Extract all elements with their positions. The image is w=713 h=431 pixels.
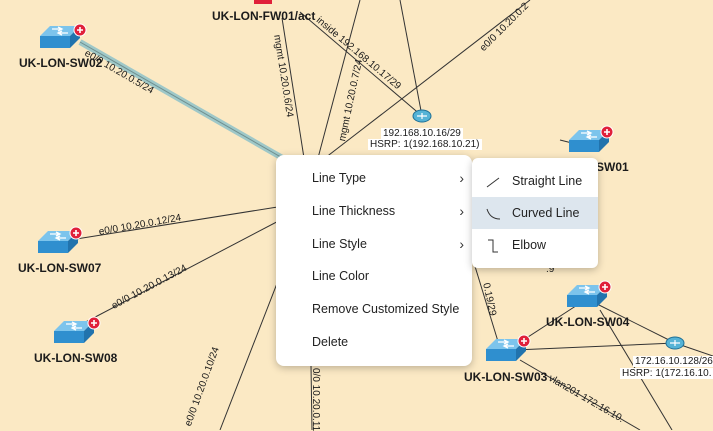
context-menu: Line Type › Line Thickness › Line Style … (276, 155, 472, 366)
line-type-submenu: Straight Line Curved Line Elbow (472, 158, 598, 268)
device-label-sw08[interactable]: UK-LON-SW08 (34, 351, 117, 365)
hsrp2-subnet: 172.16.10.128/26 (635, 356, 713, 367)
curved-line-icon (486, 208, 501, 220)
hsrp2-vip: HSRP: 1(172.16.10. (622, 368, 712, 379)
menu-item-label: Remove Customized Style (312, 302, 460, 316)
device-label-fw01[interactable]: UK-LON-FW01/act (212, 9, 315, 23)
menu-item-line-thickness[interactable]: Line Thickness › (276, 195, 472, 227)
hsrp-vip: HSRP: 1(192.168.10.21) (370, 139, 480, 150)
chevron-right-icon: › (459, 203, 464, 219)
hsrp2-vip-label: HSRP: 1(172.16.10. (620, 368, 713, 379)
link-sw03-hsrp2[interactable] (514, 342, 676, 351)
hsrp-vip-label: HSRP: 1(192.168.10.21) (368, 139, 482, 150)
menu-item-remove-customized-style[interactable]: Remove Customized Style (276, 293, 472, 325)
chevron-right-icon: › (459, 236, 464, 252)
menu-item-label: Line Style (312, 237, 367, 251)
device-label-sw03[interactable]: UK-LON-SW03 (464, 370, 547, 384)
elbow-line-icon (488, 239, 498, 253)
hsrp-subnet: 192.168.10.16/29 (383, 128, 461, 139)
device-label-sw04[interactable]: UK-LON-SW04 (546, 315, 629, 329)
switch-icon-sw03[interactable] (485, 334, 531, 362)
submenu-item-straight-line[interactable]: Straight Line (472, 165, 598, 197)
chevron-right-icon: › (459, 170, 464, 186)
menu-item-label: Line Thickness (312, 204, 396, 218)
link-label-bottom2: 0/0 10.20.0.11 (310, 368, 321, 431)
menu-item-line-color[interactable]: Line Color (276, 260, 472, 292)
submenu-item-elbow[interactable]: Elbow (472, 229, 598, 261)
switch-icon-sw04[interactable] (566, 280, 612, 308)
menu-item-label: Line Color (312, 269, 369, 283)
hsrp-subnet-label: 192.168.10.16/29 (381, 128, 463, 139)
menu-item-delete[interactable]: Delete (276, 326, 472, 358)
submenu-item-label: Curved Line (512, 206, 580, 220)
menu-item-label: Line Type (312, 171, 366, 185)
device-label-sw01[interactable]: SW01 (596, 160, 629, 174)
hsrp-router-icon[interactable] (412, 109, 432, 123)
device-label-sw07[interactable]: UK-LON-SW07 (18, 261, 101, 275)
menu-item-label: Delete (312, 335, 349, 349)
straight-line-icon (486, 177, 500, 188)
switch-icon-sw07[interactable] (37, 226, 83, 254)
submenu-item-curved-line[interactable]: Curved Line (472, 197, 598, 229)
menu-item-line-type[interactable]: Line Type › (276, 162, 472, 194)
submenu-item-label: Straight Line (512, 174, 583, 188)
hsrp2-subnet-label: 172.16.10.128/26 (633, 356, 713, 367)
switch-icon-sw08[interactable] (53, 316, 101, 344)
switch-icon-sw01[interactable] (568, 125, 614, 153)
submenu-item-label: Elbow (512, 238, 547, 252)
menu-item-line-style[interactable]: Line Style › (276, 228, 472, 260)
firewall-icon[interactable] (254, 0, 272, 4)
hsrp-router-icon-2[interactable] (665, 336, 685, 350)
